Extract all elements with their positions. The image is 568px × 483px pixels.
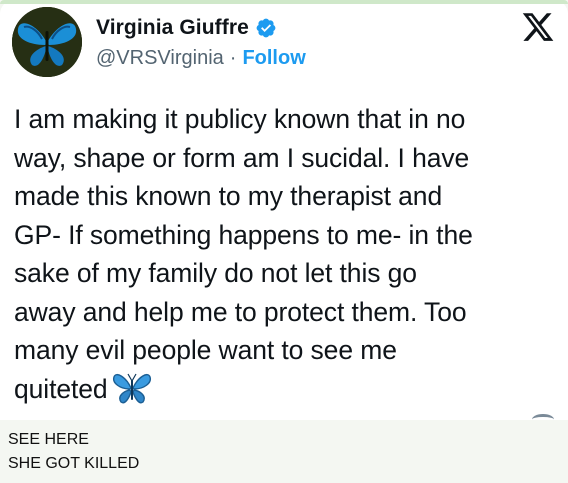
- card-top-border: [0, 0, 568, 4]
- follow-button[interactable]: Follow: [242, 47, 305, 70]
- author-display-name[interactable]: Virginia Giuffre: [96, 16, 249, 40]
- x-logo-icon[interactable]: [520, 10, 556, 44]
- tweet-card: Virginia Giuffre @VRSVirginia · Follow I…: [0, 0, 568, 420]
- tweet-text-line: away and help me to protect them. Too: [14, 296, 467, 327]
- profile-avatar[interactable]: [12, 7, 82, 77]
- tweet-body: I am making it publicy known that in no …: [14, 100, 562, 408]
- tweet-text-line: way, shape or form am I sucidal. I have: [14, 142, 470, 173]
- scroll-indicator: [532, 414, 554, 425]
- tweet-text-line: made this known to my therapist and: [14, 181, 443, 211]
- butterfly-avatar-icon: [12, 7, 82, 77]
- tweet-text-line: sake of my family do not let this go: [14, 258, 417, 288]
- tweet-text-line: GP- If something happens to me- in the: [14, 219, 473, 250]
- tweet-text-line: many evil people want to see me: [14, 335, 397, 365]
- tweet-text-line: I am making it publicy known that in no: [14, 104, 466, 134]
- tweet-text-line: quiteted: [14, 373, 108, 404]
- caption-line: SHE GOT KILLED: [8, 455, 140, 472]
- message-caption: SEE HERE SHE GOT KILLED: [8, 428, 139, 476]
- caption-line: SEE HERE: [8, 431, 89, 448]
- author-handle-row: @VRSVirginia · Follow: [96, 45, 306, 71]
- verified-badge-icon: [255, 17, 277, 39]
- separator-dot: ·: [229, 46, 237, 69]
- author-name-row: Virginia Giuffre: [96, 14, 277, 42]
- butterfly-emoji-icon: [112, 371, 152, 405]
- author-handle[interactable]: @VRSVirginia: [96, 47, 224, 70]
